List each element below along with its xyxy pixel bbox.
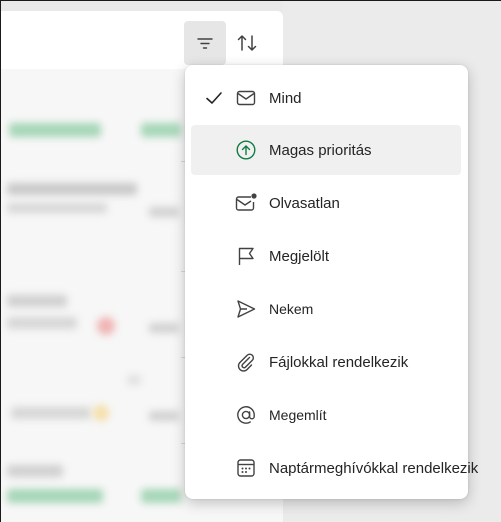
filter-menu: Mind Magas prioritás Olvasatlan Megjelöl… [185, 65, 478, 499]
filter-item-to-me[interactable]: Nekem [191, 284, 461, 334]
blurred-row-tag [141, 489, 181, 503]
attach-icon [234, 350, 258, 374]
blurred-row-icon [97, 317, 115, 335]
filter-item-unread[interactable]: Olvasatlan [191, 178, 461, 228]
filter-item-has-calendar-invites[interactable]: Naptármeghívókkal rendelkezik [191, 443, 478, 493]
mail-unread-icon [234, 191, 258, 215]
blurred-row-text [127, 375, 141, 385]
blurred-row-text [7, 317, 77, 329]
blurred-row-text [7, 295, 67, 307]
send-icon [234, 297, 258, 321]
filter-item-label: Magas prioritás [269, 141, 372, 159]
sort-icon [237, 35, 257, 51]
calendar-icon [234, 456, 258, 480]
filter-button[interactable] [184, 21, 226, 65]
blurred-row-text [7, 203, 107, 213]
checkmark-icon [203, 87, 225, 109]
filter-item-label: Naptármeghívókkal rendelkezik [269, 459, 479, 477]
blurred-row-text [7, 183, 137, 195]
filter-icon [197, 38, 213, 49]
mention-icon [234, 403, 258, 427]
filter-item-label: Fájlokkal rendelkezik [269, 353, 409, 371]
blurred-row-tag [9, 123, 101, 137]
blurred-row-tag [7, 489, 103, 503]
sort-button[interactable] [226, 21, 268, 65]
filter-item-flagged[interactable]: Megjelölt [191, 231, 461, 281]
blurred-row-text [149, 207, 179, 217]
filter-item-label: Mind [269, 89, 302, 107]
filter-item-label: Megemlít [269, 407, 327, 423]
filter-item-label: Megjelölt [269, 247, 330, 265]
filter-item-all[interactable]: Mind [191, 73, 461, 123]
mail-icon [234, 86, 258, 110]
filter-item-mentions[interactable]: Megemlít [191, 390, 461, 440]
blurred-row-text [11, 407, 91, 419]
blurred-row-tag [141, 123, 181, 137]
blurred-row-text [149, 411, 179, 421]
filter-item-high-priority[interactable]: Magas prioritás [191, 125, 461, 175]
blurred-row-text [149, 323, 179, 333]
flag-icon [234, 244, 258, 268]
filter-item-has-files[interactable]: Fájlokkal rendelkezik [191, 337, 461, 387]
blurred-row-text [7, 465, 63, 477]
blurred-row-icon [93, 405, 109, 421]
arrow-up-circle-icon [234, 138, 258, 162]
filter-item-label: Olvasatlan [269, 194, 340, 212]
filter-item-label: Nekem [269, 301, 314, 317]
